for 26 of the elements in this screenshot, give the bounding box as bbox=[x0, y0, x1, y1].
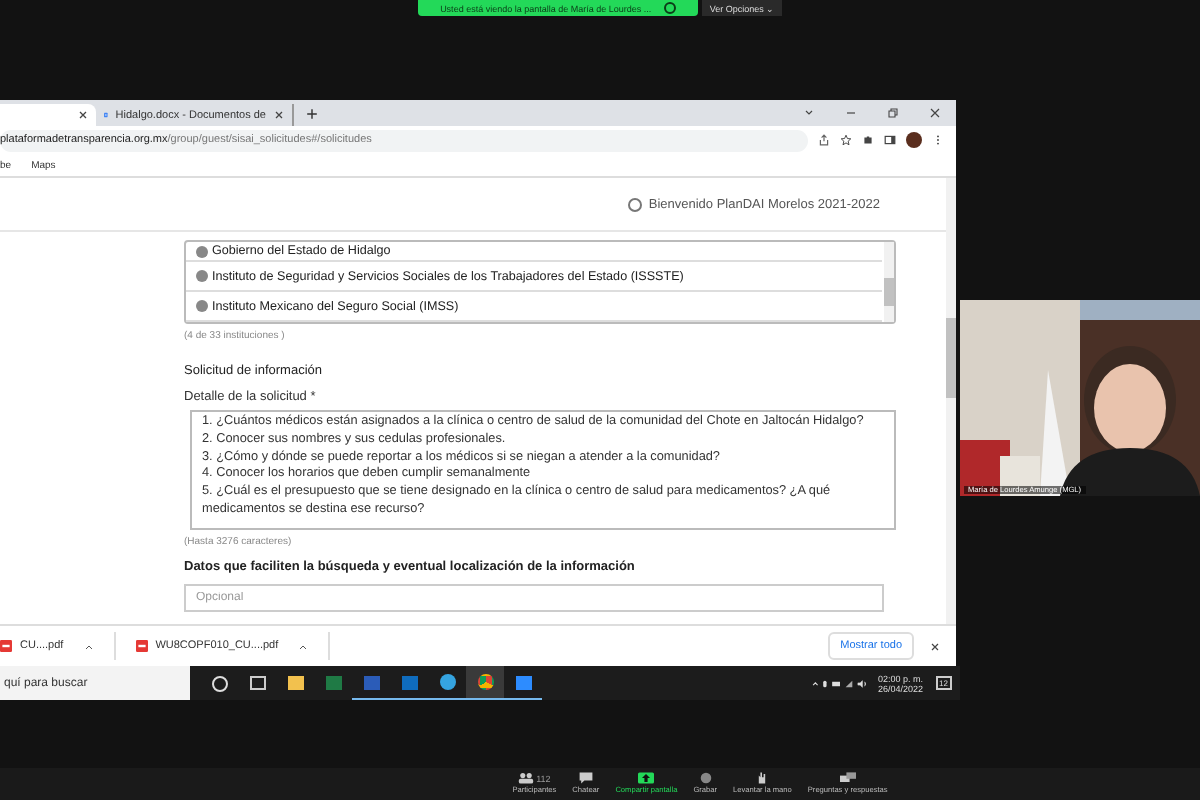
remove-icon[interactable] bbox=[196, 245, 208, 257]
sidebar-icon[interactable] bbox=[884, 134, 896, 146]
remove-icon[interactable] bbox=[196, 300, 208, 312]
scrollbar[interactable] bbox=[946, 178, 956, 624]
chevron-icon[interactable] bbox=[804, 108, 814, 118]
system-tray-icons[interactable] bbox=[812, 677, 869, 689]
record-icon bbox=[697, 772, 714, 784]
chat-icon bbox=[577, 772, 594, 784]
share-icon[interactable] bbox=[818, 134, 830, 146]
minimize-icon[interactable] bbox=[846, 108, 856, 118]
list-scrollbar[interactable] bbox=[884, 242, 894, 322]
user-icon bbox=[628, 197, 643, 211]
people-icon bbox=[518, 772, 535, 784]
status-icon bbox=[663, 2, 676, 14]
pdf-icon bbox=[135, 640, 148, 652]
new-tab-icon[interactable] bbox=[306, 107, 318, 119]
close-icon[interactable] bbox=[274, 110, 284, 120]
restore-icon[interactable] bbox=[888, 108, 898, 118]
close-icon[interactable] bbox=[930, 641, 940, 651]
qa-icon bbox=[839, 772, 856, 784]
close-icon[interactable] bbox=[78, 110, 88, 120]
remove-icon[interactable] bbox=[196, 270, 208, 282]
close-icon[interactable] bbox=[930, 108, 940, 118]
profile-avatar[interactable] bbox=[906, 132, 922, 148]
hand-icon bbox=[754, 772, 771, 784]
star-icon[interactable] bbox=[840, 134, 852, 146]
